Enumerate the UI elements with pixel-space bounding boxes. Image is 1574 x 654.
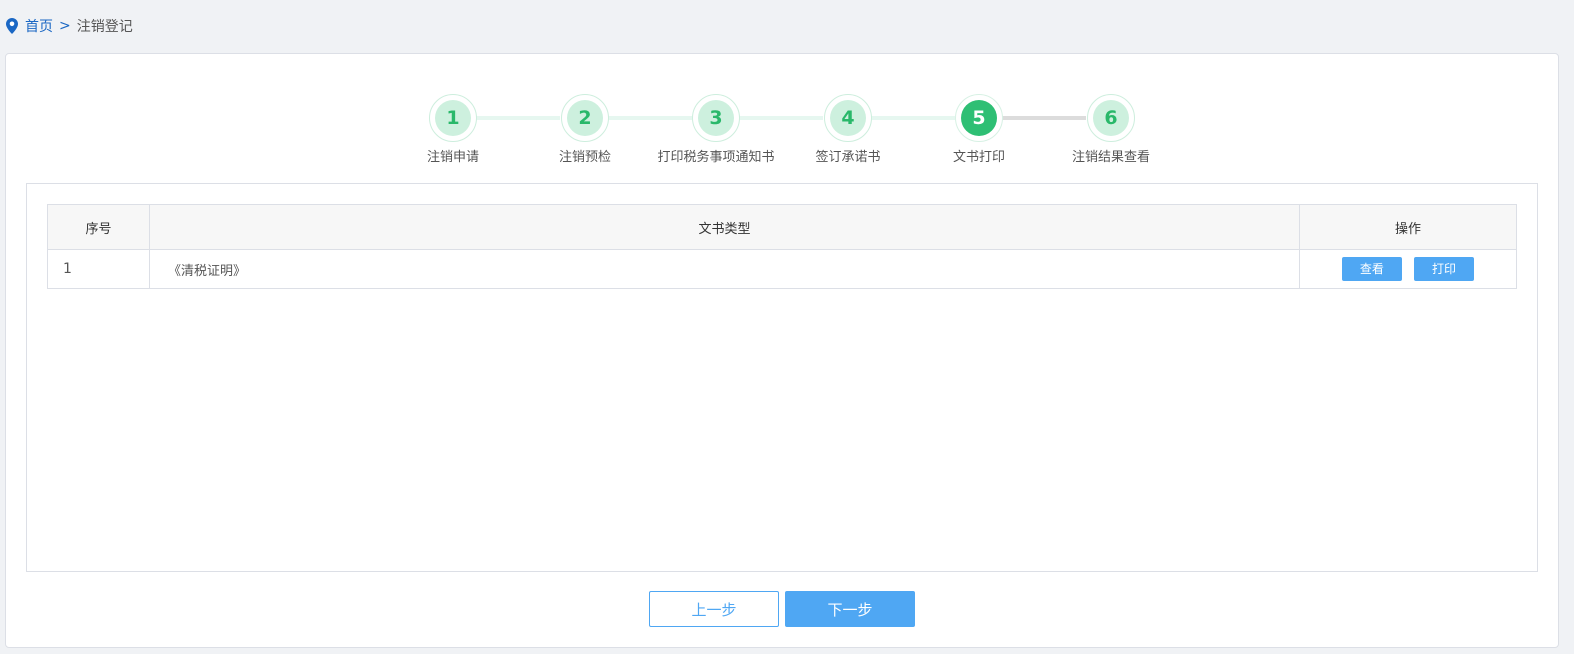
- step-1-circle: 1: [429, 94, 477, 142]
- step-number: 6: [1093, 100, 1129, 136]
- next-step-button[interactable]: 下一步: [785, 591, 915, 627]
- table-header-row: 序号 文书类型 操作: [47, 204, 1517, 250]
- breadcrumb-current: 注销登记: [76, 19, 133, 35]
- step-connector: [739, 116, 823, 120]
- footer-buttons: 上一步 下一步: [649, 591, 915, 627]
- header-index: 序号: [47, 204, 150, 250]
- print-button[interactable]: 打印: [1414, 257, 1475, 281]
- step-connector: [871, 116, 955, 120]
- step-6-circle: 6: [1087, 94, 1135, 142]
- step-number: 1: [435, 100, 471, 136]
- view-button[interactable]: 查看: [1341, 257, 1402, 281]
- main-panel: 1 注销申请 2 注销预检 3 打印税务事项通知书 4 签订承诺书 5 文书打印…: [5, 53, 1559, 648]
- row-operations: 查看 打印: [1299, 249, 1517, 289]
- step-number: 5: [961, 100, 997, 136]
- breadcrumb-separator: >: [59, 18, 71, 34]
- step-number: 2: [567, 100, 603, 136]
- row-doc-type: 《清税证明》: [149, 249, 1300, 289]
- step-connector: [1002, 116, 1086, 120]
- location-pin-icon: [6, 18, 18, 34]
- step-connector: [476, 116, 560, 120]
- breadcrumb: 首页 > 注销登记: [6, 16, 133, 36]
- step-connector: [608, 116, 692, 120]
- breadcrumb-home-link[interactable]: 首页: [25, 16, 53, 36]
- prev-step-button[interactable]: 上一步: [649, 591, 779, 627]
- step-2-circle: 2: [561, 94, 609, 142]
- progress-steps: 1 注销申请 2 注销预检 3 打印税务事项通知书 4 签订承诺书 5 文书打印…: [6, 94, 1558, 174]
- step-3-circle: 3: [692, 94, 740, 142]
- row-index: 1: [47, 249, 150, 289]
- step-number: 4: [830, 100, 866, 136]
- table-row: 1 《清税证明》 查看 打印: [47, 249, 1517, 289]
- header-operation: 操作: [1299, 204, 1517, 250]
- step-4-circle: 4: [824, 94, 872, 142]
- document-list-box: 序号 文书类型 操作 1 《清税证明》 查看 打印: [26, 183, 1538, 572]
- header-doc-type: 文书类型: [149, 204, 1300, 250]
- document-table: 序号 文书类型 操作 1 《清税证明》 查看 打印: [47, 204, 1517, 289]
- step-number: 3: [698, 100, 734, 136]
- step-5-circle: 5: [955, 94, 1003, 142]
- step-6-label: 注销结果查看: [1071, 150, 1150, 165]
